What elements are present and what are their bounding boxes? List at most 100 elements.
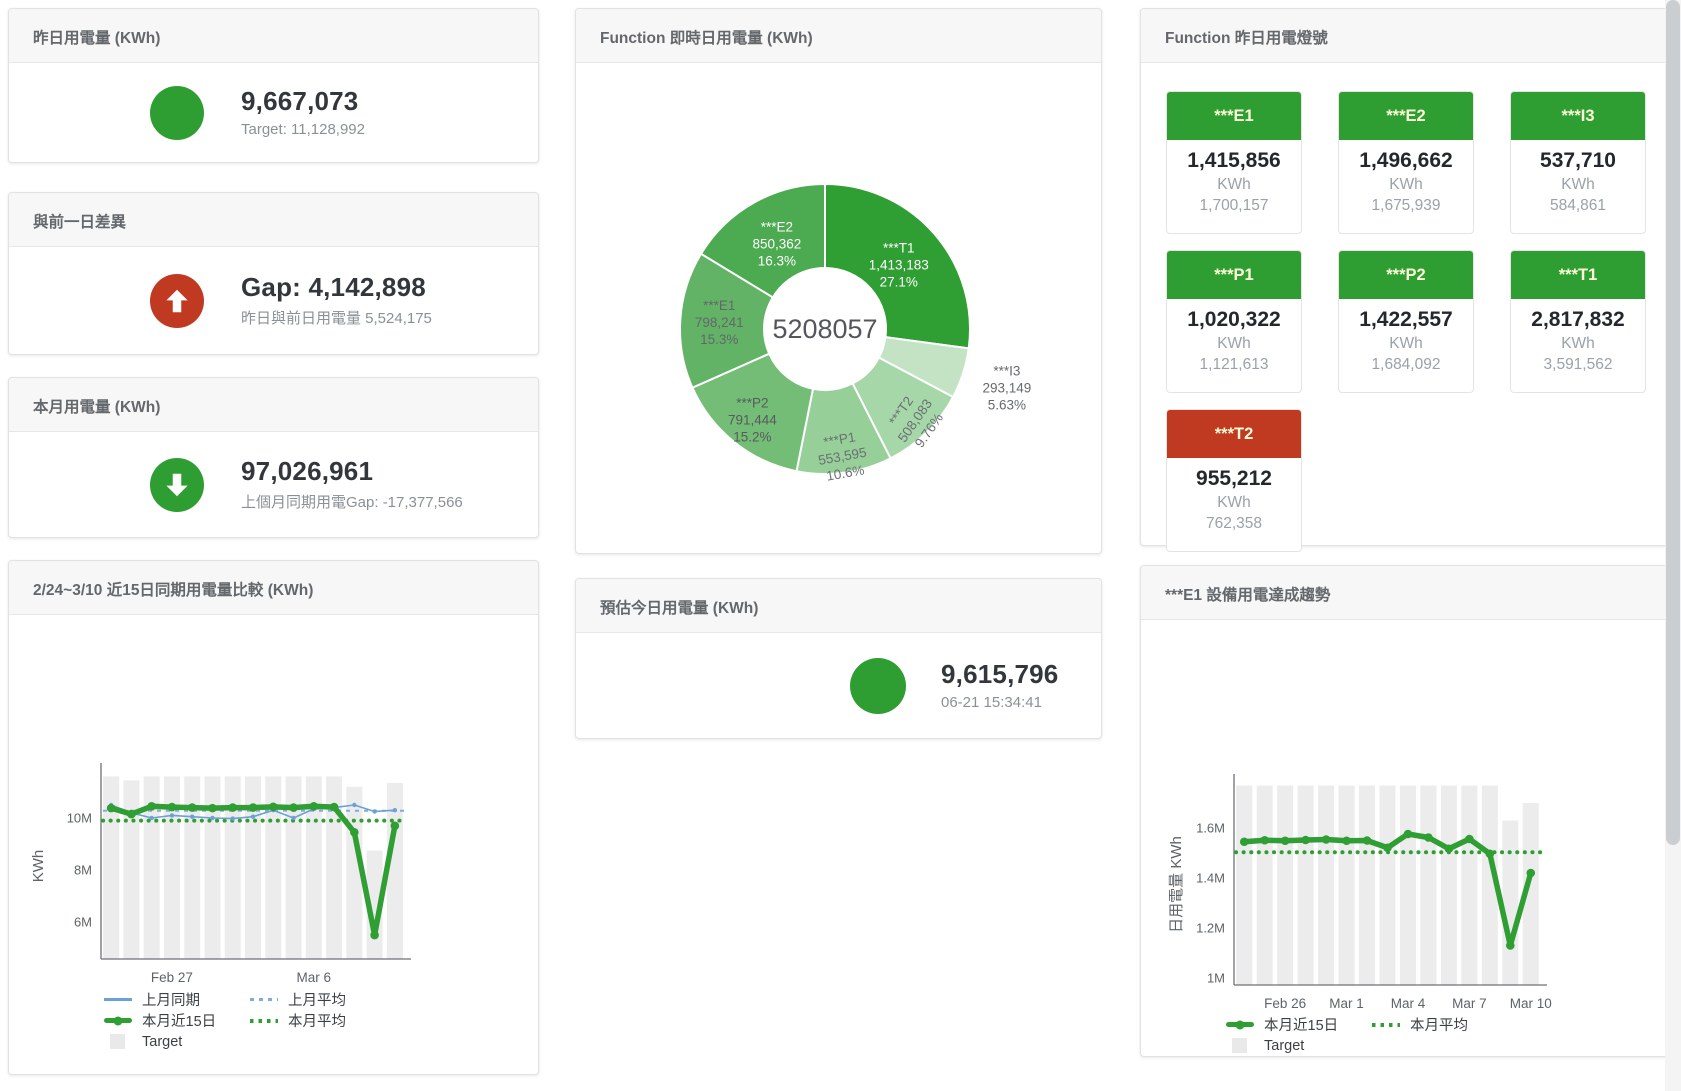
series-point xyxy=(1322,835,1331,844)
legend-label: Target xyxy=(142,1034,182,1050)
card-title: 與前一日差異 xyxy=(9,193,538,247)
status-tile-T2: ***T2955,212KWh762,358 xyxy=(1166,409,1302,552)
legend-item[interactable]: 上月平均 xyxy=(250,989,396,1010)
series-point xyxy=(1281,836,1290,845)
y-tick-label: 1M xyxy=(1207,971,1225,986)
card-title-text: 昨日用電量 (KWh) xyxy=(33,30,160,47)
legend-label: Target xyxy=(1264,1038,1304,1054)
card-status-tiles: Function 昨日用電燈號 ***E11,415,856KWh1,700,1… xyxy=(1140,8,1668,546)
series-point xyxy=(188,803,197,812)
series-point xyxy=(1526,869,1535,878)
yesterday-target: Target: 11,128,992 xyxy=(241,121,365,138)
target-bar xyxy=(1298,786,1314,986)
legend-square-swatch-icon xyxy=(1232,1038,1247,1053)
month-subtext: 上個月同期用電Gap: -17,377,566 xyxy=(241,491,463,512)
target-bar xyxy=(1502,821,1518,986)
target-bar xyxy=(1420,786,1436,986)
tile-label: ***P1 xyxy=(1167,251,1301,299)
target-bar xyxy=(1339,786,1355,986)
tile-label: ***P2 xyxy=(1339,251,1473,299)
legend-dots-swatch-icon xyxy=(250,1019,278,1023)
tile-value: 1,020,322 xyxy=(1167,308,1301,332)
status-tile-P1: ***P11,020,322KWh1,121,613 xyxy=(1166,250,1302,393)
card-title-text: 2/24~3/10 近15日同期用電量比較 (KWh) xyxy=(33,582,313,599)
card-title-text: 本月用電量 (KWh) xyxy=(33,399,160,416)
y-tick-label: 1.4M xyxy=(1196,871,1225,886)
donut-chart: ***T11,413,18327.1%***I3293,1495.63%***T… xyxy=(576,63,1101,555)
y-tick-label: 8M xyxy=(74,863,92,878)
status-circle-green-icon xyxy=(850,658,906,714)
series-point xyxy=(372,809,376,813)
scrollbar-track[interactable] xyxy=(1665,0,1681,1091)
kpi-body: 9,667,073 Target: 11,128,992 xyxy=(9,63,538,162)
y-axis-title: KWh xyxy=(30,850,47,883)
legend-item[interactable]: 上月同期 xyxy=(104,989,250,1010)
arrow-up-icon xyxy=(150,274,204,328)
series-point xyxy=(1404,830,1413,839)
legend-item[interactable]: 本月平均 xyxy=(1372,1014,1518,1035)
series-point xyxy=(330,803,339,812)
trend-line-chart: 1M1.2M1.4M1.6MFeb 26Mar 1Mar 4Mar 7Mar 1… xyxy=(1141,620,1667,1012)
series-point xyxy=(107,804,116,813)
gap-subtext: 昨日與前日用電量 5,524,175 xyxy=(241,307,432,328)
legend-label: 本月平均 xyxy=(288,1010,346,1031)
series-point xyxy=(168,803,177,812)
series-point xyxy=(1342,836,1351,845)
legend-item[interactable]: 本月平均 xyxy=(250,1010,396,1031)
scrollbar-thumb[interactable] xyxy=(1666,0,1680,845)
legend-row: Target xyxy=(104,1031,538,1052)
card-compare-chart: 2/24~3/10 近15日同期用電量比較 (KWh) 6M8M10MFeb 2… xyxy=(8,560,539,1075)
kpi-body: Gap: 4,142,898 昨日與前日用電量 5,524,175 xyxy=(9,247,538,354)
x-tick-label: Mar 1 xyxy=(1329,996,1364,1011)
tile-target-value: 3,591,562 xyxy=(1511,356,1645,374)
legend-dots-swatch-icon xyxy=(1372,1023,1400,1027)
series-point xyxy=(228,803,237,812)
series-point xyxy=(208,804,217,813)
legend-item[interactable]: Target xyxy=(104,1034,250,1050)
tile-unit: KWh xyxy=(1511,176,1645,194)
compare-chart-legend: 上月同期 上月平均本月近15日 本月平均 Target xyxy=(104,989,538,1052)
legend-row: 本月近15日 本月平均 xyxy=(104,1010,538,1031)
target-bar xyxy=(1359,786,1375,986)
series-point xyxy=(1383,843,1392,852)
tile-label: ***T2 xyxy=(1167,410,1301,458)
card-title: 2/24~3/10 近15日同期用電量比較 (KWh) xyxy=(9,561,538,615)
tile-body: 1,020,322KWh1,121,613 xyxy=(1167,299,1301,374)
tile-label: ***T1 xyxy=(1511,251,1645,299)
card-title-text: 與前一日差異 xyxy=(33,214,126,231)
status-tile-P2: ***P21,422,557KWh1,684,092 xyxy=(1338,250,1474,393)
donut-slice-label: ***I3293,1495.63% xyxy=(982,363,1031,412)
series-point xyxy=(352,803,356,807)
series-point xyxy=(291,816,295,820)
legend-item[interactable]: Target xyxy=(1226,1038,1372,1054)
tile-label: ***E2 xyxy=(1339,92,1473,140)
y-tick-label: 1.2M xyxy=(1196,921,1225,936)
series-point xyxy=(1240,837,1249,846)
series-point xyxy=(269,803,278,812)
tile-unit: KWh xyxy=(1339,176,1473,194)
kpi-body: 97,026,961 上個月同期用電Gap: -17,377,566 xyxy=(9,432,538,537)
series-point xyxy=(1506,941,1515,950)
y-axis-title: 日用電量 KWh xyxy=(1168,836,1185,933)
y-tick-label: 6M xyxy=(74,915,92,930)
legend-label: 上月同期 xyxy=(142,989,200,1010)
tile-value: 1,422,557 xyxy=(1339,308,1473,332)
legend-label: 本月平均 xyxy=(1410,1014,1468,1035)
card-day-gap: 與前一日差異 Gap: 4,142,898 昨日與前日用電量 5,524,175 xyxy=(8,192,539,355)
target-bar xyxy=(1236,786,1252,986)
legend-label: 本月近15日 xyxy=(1264,1014,1338,1035)
y-tick-label: 1.6M xyxy=(1196,821,1225,836)
legend-item[interactable]: 本月近15日 xyxy=(1226,1014,1372,1035)
tile-value: 2,817,832 xyxy=(1511,308,1645,332)
legend-item[interactable]: 本月近15日 xyxy=(104,1010,250,1031)
x-tick-label: Mar 6 xyxy=(297,970,332,985)
card-title-text: Function 昨日用電燈號 xyxy=(1165,30,1328,47)
tile-unit: KWh xyxy=(1167,494,1301,512)
card-title-text: ***E1 設備用電達成趨勢 xyxy=(1165,587,1330,604)
tile-value: 955,212 xyxy=(1167,467,1301,491)
month-value: 97,026,961 xyxy=(241,457,463,487)
target-bar xyxy=(1461,786,1477,986)
legend-row: 上月同期 上月平均 xyxy=(104,989,538,1010)
tile-unit: KWh xyxy=(1167,335,1301,353)
series-point xyxy=(1424,833,1433,842)
